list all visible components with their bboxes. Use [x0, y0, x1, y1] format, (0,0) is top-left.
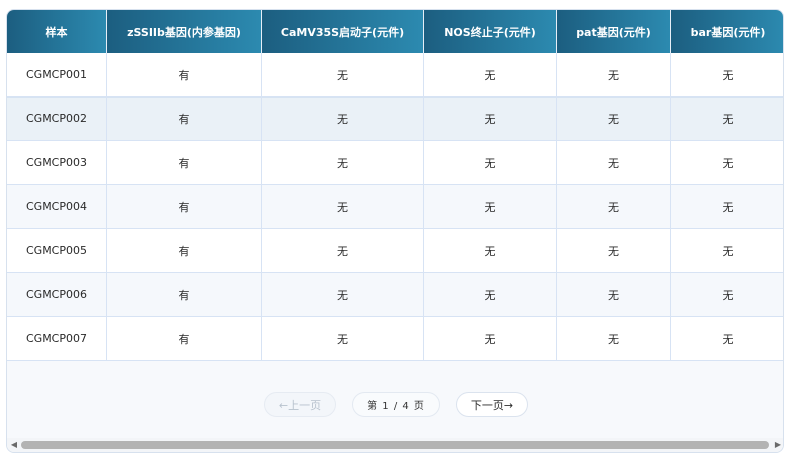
table-row[interactable]: CGMCP006 有 无 无 无 无	[7, 273, 783, 317]
scroll-right-arrow-icon[interactable]: ▶	[774, 441, 782, 449]
cell-zssiib: 有	[107, 53, 262, 97]
header-bar-gene: bar基因(元件)	[671, 10, 783, 53]
prev-page-button[interactable]: ←上一页	[263, 392, 337, 417]
cell-nos: 无	[424, 53, 557, 97]
table-row[interactable]: CGMCP005 有 无 无 无 无	[7, 229, 783, 273]
cell-zssiib: 有	[107, 273, 262, 317]
cell-bar: 无	[671, 229, 783, 273]
cell-nos: 无	[424, 273, 557, 317]
cell-pat: 无	[557, 185, 671, 229]
header-pat-gene: pat基因(元件)	[557, 10, 671, 53]
results-table-card: 样本 zSSIIb基因(内参基因) CaMV35S启动子(元件) NOS终止子(…	[6, 9, 784, 453]
cell-bar: 无	[671, 53, 783, 97]
cell-bar: 无	[671, 185, 783, 229]
header-zssiib-gene: zSSIIb基因(内参基因)	[107, 10, 262, 53]
cell-zssiib: 有	[107, 185, 262, 229]
scrollbar-thumb[interactable]	[21, 441, 769, 449]
cell-camv35s: 无	[262, 273, 424, 317]
cell-zssiib: 有	[107, 229, 262, 273]
cell-sample: CGMCP004	[7, 185, 107, 229]
cell-nos: 无	[424, 229, 557, 273]
cell-bar: 无	[671, 97, 783, 141]
cell-nos: 无	[424, 317, 557, 361]
table-row[interactable]: CGMCP002 有 无 无 无 无	[7, 97, 783, 141]
cell-camv35s: 无	[262, 185, 424, 229]
cell-sample: CGMCP003	[7, 141, 107, 185]
cell-zssiib: 有	[107, 141, 262, 185]
scroll-left-arrow-icon[interactable]: ◀	[10, 441, 18, 449]
cell-bar: 无	[671, 141, 783, 185]
cell-sample: CGMCP006	[7, 273, 107, 317]
cell-nos: 无	[424, 185, 557, 229]
table-row[interactable]: CGMCP004 有 无 无 无 无	[7, 185, 783, 229]
cell-camv35s: 无	[262, 53, 424, 97]
header-sample: 样本	[7, 10, 107, 53]
cell-pat: 无	[557, 141, 671, 185]
cell-sample: CGMCP005	[7, 229, 107, 273]
table-row[interactable]: CGMCP007 有 无 无 无 无	[7, 317, 783, 361]
cell-pat: 无	[557, 273, 671, 317]
table-row[interactable]: CGMCP003 有 无 无 无 无	[7, 141, 783, 185]
cell-camv35s: 无	[262, 97, 424, 141]
pagination: ←上一页 第 1 / 4 页 下一页→	[7, 392, 783, 417]
cell-nos: 无	[424, 97, 557, 141]
cell-nos: 无	[424, 141, 557, 185]
cell-sample: CGMCP007	[7, 317, 107, 361]
cell-bar: 无	[671, 317, 783, 361]
cell-pat: 无	[557, 317, 671, 361]
header-camv35s-promoter: CaMV35S启动子(元件)	[262, 10, 424, 53]
cell-pat: 无	[557, 229, 671, 273]
header-nos-terminator: NOS终止子(元件)	[424, 10, 557, 53]
cell-camv35s: 无	[262, 141, 424, 185]
cell-zssiib: 有	[107, 97, 262, 141]
horizontal-scrollbar[interactable]: ◀ ▶	[7, 438, 783, 452]
cell-bar: 无	[671, 273, 783, 317]
page-indicator: 第 1 / 4 页	[352, 392, 440, 417]
cell-pat: 无	[557, 53, 671, 97]
cell-pat: 无	[557, 97, 671, 141]
cell-sample: CGMCP002	[7, 97, 107, 141]
results-table: 样本 zSSIIb基因(内参基因) CaMV35S启动子(元件) NOS终止子(…	[7, 10, 783, 361]
cell-camv35s: 无	[262, 317, 424, 361]
next-page-button[interactable]: 下一页→	[455, 392, 529, 417]
cell-zssiib: 有	[107, 317, 262, 361]
table-header-row: 样本 zSSIIb基因(内参基因) CaMV35S启动子(元件) NOS终止子(…	[7, 10, 783, 53]
cell-sample: CGMCP001	[7, 53, 107, 97]
cell-camv35s: 无	[262, 229, 424, 273]
table-row[interactable]: CGMCP001 有 无 无 无 无	[7, 53, 783, 97]
